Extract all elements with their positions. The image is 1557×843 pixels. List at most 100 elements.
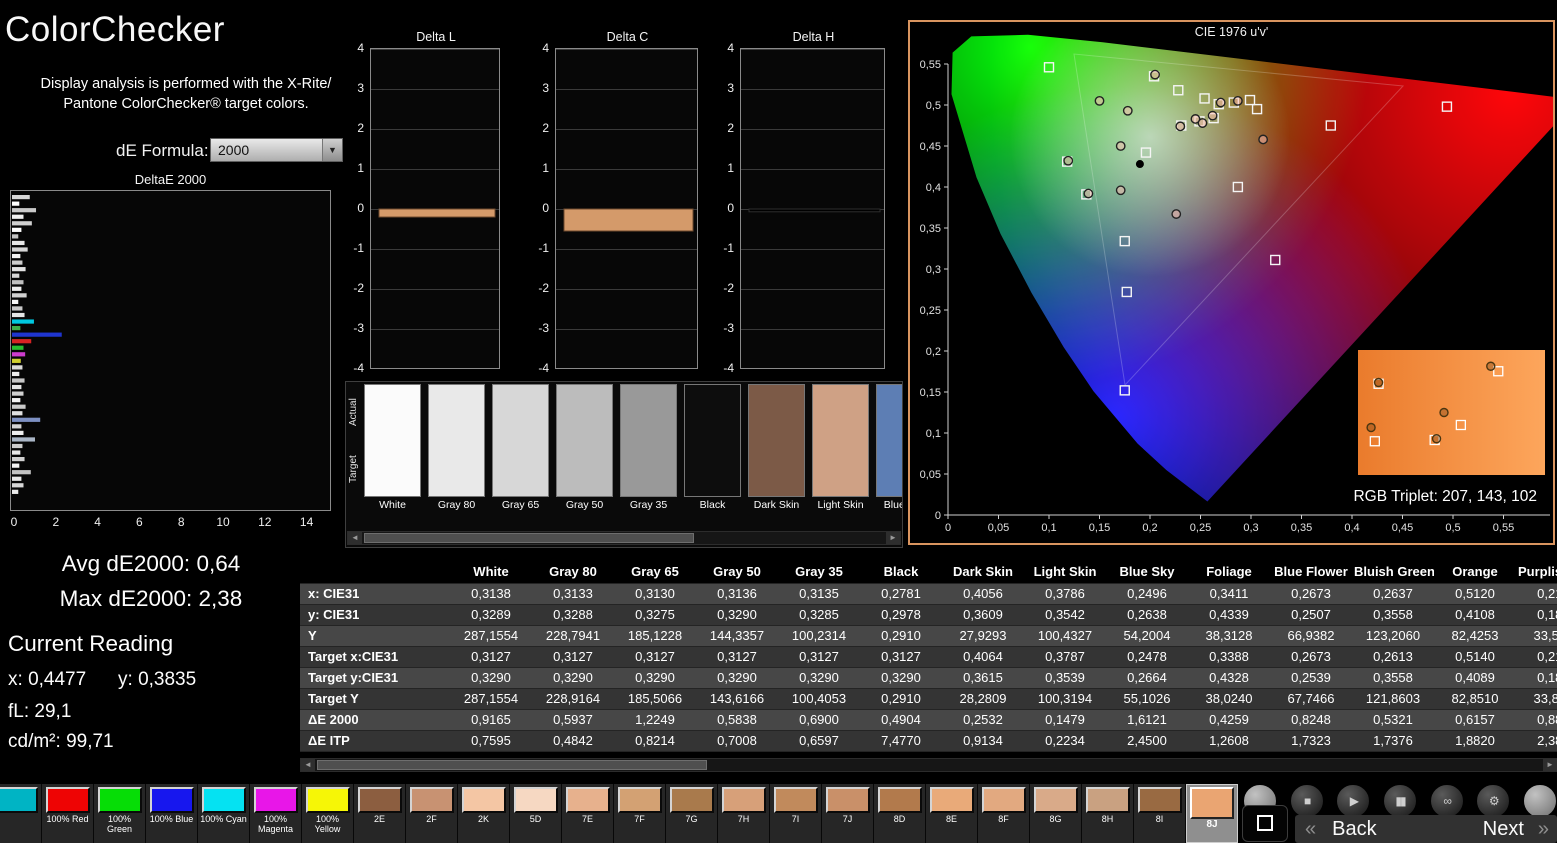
color-swatch[interactable] [492,384,549,497]
color-swatch[interactable] [556,384,613,497]
measured-circle [1375,379,1383,387]
de-formula-select[interactable]: 2000 ▼ [210,138,343,162]
patch-color [774,787,818,813]
color-swatch[interactable] [748,384,805,497]
patch-8g[interactable]: 8G [1030,784,1082,843]
swatch-label: White [360,499,425,511]
patch-7j[interactable]: 7J [822,784,874,843]
deltae-bar [12,431,23,435]
patch-8e[interactable]: 8E [926,784,978,843]
scroll-right-icon[interactable]: ► [1543,759,1557,771]
axis-tick-label: 0,2 [926,346,941,358]
axis-tick-label: 0,45 [920,141,941,153]
table-cell: 0,4089 [1434,667,1516,688]
color-swatch[interactable] [684,384,741,497]
round-button-right[interactable] [1523,784,1557,818]
table-cell: 1,6121 [1106,709,1188,730]
navigation-bar: « Back Next » [1295,815,1557,843]
axis-tick-label: 0,2 [1142,522,1157,534]
axis-tick-label: 0,15 [1089,522,1110,534]
patch-color [514,787,558,813]
play-button[interactable]: ▶ [1336,784,1370,818]
scrollbar-thumb[interactable] [364,533,694,543]
table-cell: 0,5120 [1434,583,1516,604]
patch-2e[interactable]: 2E [354,784,406,843]
patch-8f[interactable]: 8F [978,784,1030,843]
column-header: Light Skin [1024,560,1106,583]
cie-y-tick-labels: 00,050,10,150,20,250,30,350,40,450,50,55 [920,59,941,522]
column-header: Blue Flower [1270,560,1352,583]
table-cell: 0,3133 [532,583,614,604]
color-swatch[interactable] [364,384,421,497]
scrollbar-thumb[interactable] [317,760,707,770]
patch-100-magenta[interactable]: 100% Magenta [250,784,302,843]
patch-8d[interactable]: 8D [874,784,926,843]
axis-tick-label: 0,3 [1243,522,1258,534]
scroll-left-icon[interactable]: ◄ [348,532,362,544]
patch-100-cyan[interactable]: 100% Cyan [198,784,250,843]
color-swatch[interactable] [876,384,903,497]
scroll-left-icon[interactable]: ◄ [301,759,315,771]
pause-button[interactable]: ▮▮ [1383,784,1417,818]
deltae-bar [12,280,23,284]
patch-2f[interactable]: 2F [406,784,458,843]
patch-color [150,787,194,813]
color-swatch[interactable] [812,384,869,497]
table-row: Y287,1554228,7941185,1228144,3357100,231… [300,625,1557,646]
patch-7e[interactable]: 7E [562,784,614,843]
square-window-button[interactable] [1242,805,1288,842]
deltae-bar [12,202,19,206]
patch-color [98,787,142,813]
axis-tick-label: 0,4 [926,182,941,194]
patch-7g[interactable]: 7G [666,784,718,843]
patch-7i[interactable]: 7I [770,784,822,843]
patch-8i[interactable]: 8I [1134,784,1186,843]
patch-unlabeled[interactable] [0,784,42,843]
patch-8h[interactable]: 8H [1082,784,1134,843]
deltae-bar [12,326,20,330]
stop-button[interactable]: ■ [1290,784,1324,818]
delta-c-y-axis: 43210-1-2-3-4 [531,48,551,369]
patch-2k[interactable]: 2K [458,784,510,843]
table-cell: 143,6166 [696,688,778,709]
avg-label: Avg dE2000: [62,551,190,576]
axis-tick-label: 0 [945,522,951,534]
table-cell: 0,3609 [942,604,1024,625]
cie-chart-title: CIE 1976 u'v' [910,25,1553,39]
chevron-down-icon[interactable]: ▼ [322,139,342,161]
next-button[interactable]: Next [1483,818,1524,841]
table-cell: 0,3558 [1352,667,1434,688]
patch-7f[interactable]: 7F [614,784,666,843]
deltae-bar [12,457,25,461]
color-swatch[interactable] [620,384,677,497]
deltae-bar [12,477,21,481]
delta-l-y-axis: 43210-1-2-3-4 [346,48,366,369]
loop-button[interactable]: ∞ [1430,784,1464,818]
back-chevrons-icon[interactable]: « [1305,818,1316,841]
delta-h-chart: Delta H 43210-1-2-3-4 [716,30,896,378]
swatch-horizontal-scrollbar[interactable]: ◄ ► [347,531,901,545]
table-cell: 0,4108 [1434,604,1516,625]
table-cell: 0,2532 [942,709,1024,730]
scroll-right-icon[interactable]: ► [886,532,900,544]
axis-tick-label: 4 [529,41,549,55]
patch-label: 2E [354,814,405,824]
patch-5d[interactable]: 5D [510,784,562,843]
patch-label: 7G [666,814,717,824]
patch-100-blue[interactable]: 100% Blue [146,784,198,843]
actual-row-label: Actual [348,384,359,440]
patch-8j[interactable]: 8J [1186,784,1238,843]
table-cell: 2,3864 [1516,730,1557,751]
table-cell: 82,4253 [1434,625,1516,646]
results-table-container: WhiteGray 80Gray 65Gray 50Gray 35BlackDa… [300,560,1557,758]
table-horizontal-scrollbar[interactable]: ◄ ► [300,758,1557,772]
patch-7h[interactable]: 7H [718,784,770,843]
color-swatch[interactable] [428,384,485,497]
patch-100-green[interactable]: 100% Green [94,784,146,843]
patch-100-yellow[interactable]: 100% Yellow [302,784,354,843]
next-chevrons-icon[interactable]: » [1538,818,1549,841]
patch-100-red[interactable]: 100% Red [42,784,94,843]
deltae-bar [12,274,19,278]
back-button[interactable]: Back [1332,818,1376,841]
settings-button[interactable]: ⚙ [1476,784,1510,818]
